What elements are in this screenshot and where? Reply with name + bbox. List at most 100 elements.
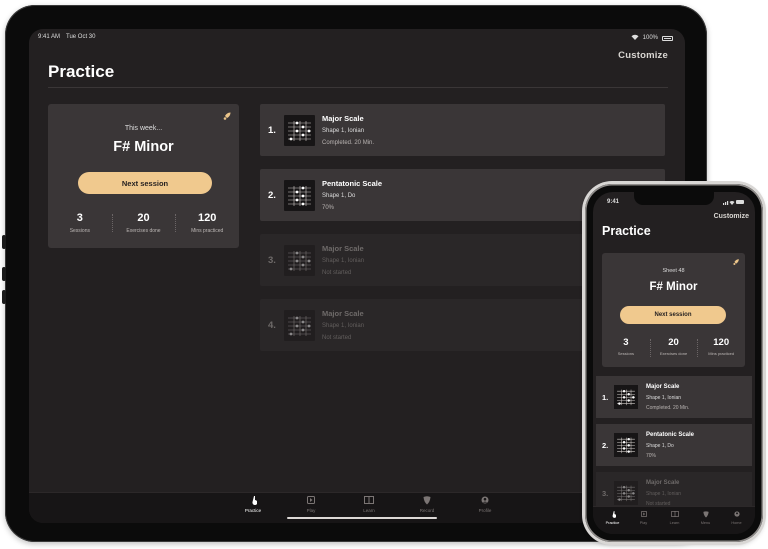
exercise-subtitle: Shape 1, Do <box>322 193 356 199</box>
exercise-index: 2. <box>602 441 609 450</box>
scale-diagram-icon <box>284 245 315 276</box>
exercise-title: Pentatonic Scale <box>646 432 695 438</box>
scale-diagram-icon <box>614 433 638 457</box>
exercise-row[interactable]: 1. Major Scale Shape 1, Ionian Completed… <box>596 376 752 418</box>
customize-button[interactable]: Customize <box>618 50 668 61</box>
exercise-index: 1. <box>268 125 276 136</box>
stat-value: 120 <box>713 337 730 348</box>
pick-icon <box>398 496 456 506</box>
status-time: 9:41 AM <box>38 34 61 40</box>
exercise-title: Major Scale <box>646 384 680 390</box>
stat-label: Exercises done <box>659 351 688 356</box>
stat-sessions: 3 Sessions <box>48 212 112 234</box>
tab-practice[interactable]: Practice <box>597 511 628 525</box>
stat-minutes: 120 Mins practiced <box>697 337 745 357</box>
tab-label: Profile <box>478 508 492 513</box>
exercise-row[interactable]: 2. Pentatonic Scale Shape 1, Do 70% <box>596 424 752 466</box>
tab-record[interactable]: Record <box>398 496 456 513</box>
profile-icon <box>721 511 752 519</box>
stats-row: 3 Sessions 20 Exercises done 120 Mins pr… <box>602 337 745 357</box>
stat-minutes: 120 Mins practiced <box>175 212 239 234</box>
exercise-subtitle: Shape 1, Ionian <box>646 395 682 401</box>
exercise-index: 3. <box>602 489 609 498</box>
stat-label: Mins practiced <box>191 228 224 234</box>
exercise-status: 70% <box>322 205 335 211</box>
tab-bar: Practice Play Learn Menu Home <box>593 506 755 534</box>
book-icon <box>340 496 398 506</box>
tab-label: Learn <box>363 508 375 513</box>
stat-value: 20 <box>668 337 679 348</box>
next-session-button[interactable]: Next session <box>78 172 212 194</box>
week-caption: This week... <box>124 125 163 132</box>
tab-profile[interactable]: Profile <box>456 496 514 513</box>
exercise-row[interactable]: 1. Major Scale Shape 1, Ionian Completed… <box>260 104 665 156</box>
tab-learn[interactable]: Learn <box>340 496 398 513</box>
exercise-status: 70% <box>646 453 657 459</box>
stat-exercises: 20 Exercises done <box>111 212 176 234</box>
play-icon <box>628 511 659 519</box>
tab-learn[interactable]: Learn <box>659 511 690 525</box>
exercise-list: 1. Major Scale Shape 1, Ionian Completed… <box>596 376 752 520</box>
weekly-summary-card: Sheet 48 F# Minor Next session 3 Session… <box>602 253 745 367</box>
rocket-icon[interactable] <box>222 111 232 123</box>
exercise-status: Not started <box>322 270 352 276</box>
tab-menu[interactable]: Menu <box>690 511 721 525</box>
scale-diagram-icon <box>284 180 315 211</box>
guitar-icon <box>224 496 282 506</box>
tab-label: Learn <box>669 521 680 525</box>
tab-label: Play <box>306 508 316 513</box>
tab-practice[interactable]: Practice <box>224 496 282 513</box>
exercise-title: Major Scale <box>322 114 364 123</box>
tab-label: Home <box>731 521 742 525</box>
tab-home[interactable]: Home <box>721 511 752 525</box>
guitar-icon <box>597 511 628 519</box>
stat-value: 3 <box>76 212 83 224</box>
tab-label: Play <box>639 521 648 525</box>
exercise-subtitle: Shape 1, Do <box>646 443 674 449</box>
exercise-index: 4. <box>268 320 276 331</box>
tab-play[interactable]: Play <box>628 511 659 525</box>
scale-diagram-icon <box>614 481 638 505</box>
play-icon <box>282 496 340 506</box>
battery-icon <box>662 35 673 41</box>
exercise-subtitle: Shape 1, Ionian <box>646 491 682 497</box>
exercise-title: Pentatonic Scale <box>322 179 383 188</box>
tab-label: Menu <box>700 521 711 525</box>
status-time: 9:41 <box>607 199 620 205</box>
stat-value: 120 <box>198 212 217 224</box>
scale-diagram-icon <box>284 310 315 341</box>
page-title: Practice <box>48 62 115 81</box>
tab-play[interactable]: Play <box>282 496 340 513</box>
status-date: Tue Oct 30 <box>66 34 96 40</box>
wifi-icon <box>631 34 639 42</box>
weekly-summary-card: This week... F# Minor Next session 3 Ses… <box>48 104 239 248</box>
iphone-frame: 9:41 Customize Practice Sheet 48 F# Mino… <box>585 184 763 542</box>
status-bar-right: 100% <box>631 34 673 42</box>
sheet-caption: Sheet 48 <box>662 268 685 274</box>
book-icon <box>659 511 690 519</box>
current-key: F# Minor <box>113 139 174 155</box>
profile-icon <box>456 496 514 506</box>
exercise-subtitle: Shape 1, Ionian <box>322 323 365 329</box>
home-indicator[interactable] <box>287 516 437 519</box>
ipad-side-button <box>2 235 6 249</box>
customize-button[interactable]: Customize <box>714 213 749 220</box>
scale-diagram-icon <box>284 115 315 146</box>
scale-diagram-icon <box>614 385 638 409</box>
tab-label: Record <box>419 508 435 513</box>
stat-label: Mins practiced <box>708 351 735 356</box>
pick-icon <box>690 511 721 519</box>
current-key: F# Minor <box>649 281 698 293</box>
stat-sessions: 3 Sessions <box>602 337 650 356</box>
stat-label: Sessions <box>69 228 90 234</box>
exercise-index: 1. <box>602 393 609 402</box>
rocket-icon[interactable] <box>732 258 740 268</box>
next-session-button[interactable]: Next session <box>620 306 726 324</box>
ipad-side-button <box>2 267 6 281</box>
exercise-status: Completed. 20 Min. <box>322 140 375 146</box>
notch <box>634 192 714 205</box>
divider <box>48 87 668 88</box>
exercise-index: 3. <box>268 255 276 266</box>
stat-value: 20 <box>137 212 150 224</box>
status-bar-left: 9:41 AM Tue Oct 30 <box>38 34 95 40</box>
